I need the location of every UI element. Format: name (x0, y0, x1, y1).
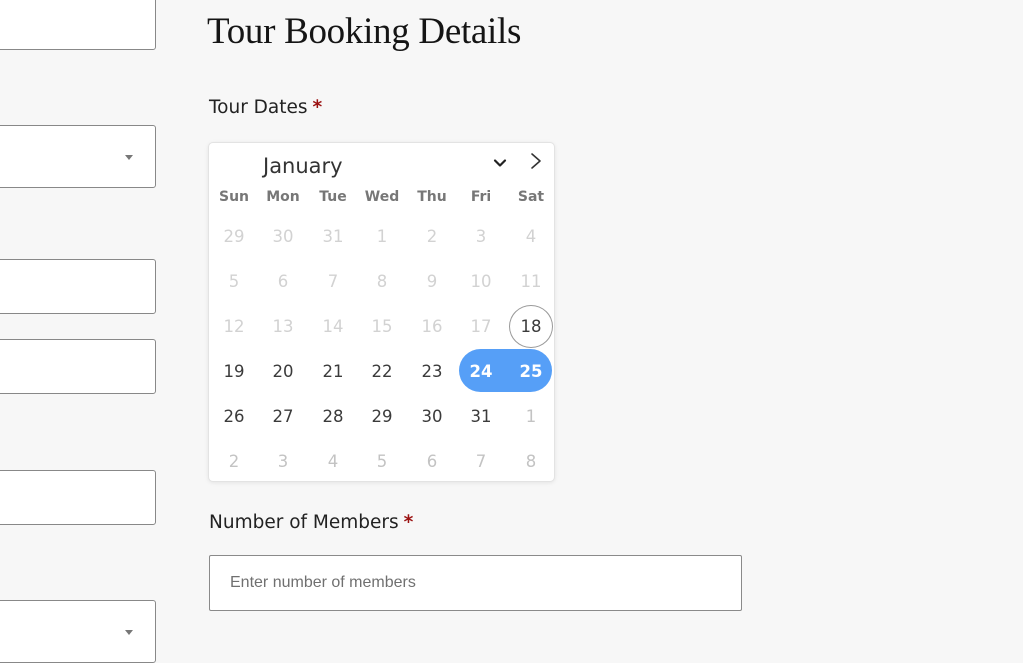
calendar-day: 12 (223, 317, 245, 336)
left-select-field-2[interactable] (0, 600, 156, 663)
calendar-day[interactable]: 27 (261, 395, 305, 438)
calendar-day: 3 (475, 227, 487, 246)
caret-down-icon (125, 630, 133, 635)
members-label: Number of Members * (209, 511, 413, 535)
weekday-header-fri: Fri (470, 189, 492, 205)
calendar-day: 4 (525, 227, 537, 246)
weekday-header-sun: Sun (218, 189, 250, 205)
calendar-day: 8 (525, 452, 537, 471)
calendar-day: 7 (327, 272, 339, 291)
calendar-day: 30 (272, 227, 294, 246)
calendar-day: 29 (223, 227, 245, 246)
calendar-day[interactable]: 21 (311, 350, 355, 393)
calendar-day: 15 (371, 317, 393, 336)
month-select[interactable]: January (263, 152, 343, 180)
calendar-day[interactable]: 25 (509, 350, 553, 393)
calendar-day: 31 (322, 227, 344, 246)
weekday-header-mon: Mon (266, 189, 300, 205)
calendar-day[interactable]: 26 (212, 395, 256, 438)
weekday-header-tue: Tue (319, 189, 347, 205)
calendar-day[interactable]: 30 (410, 395, 454, 438)
calendar-day: 14 (322, 317, 344, 336)
left-text-field-2[interactable] (0, 259, 156, 314)
caret-down-icon (125, 154, 133, 160)
calendar-day: 2 (228, 452, 240, 471)
left-text-field-1[interactable] (0, 0, 156, 50)
calendar-day[interactable]: 20 (261, 350, 305, 393)
calendar-day[interactable]: 31 (459, 395, 503, 438)
required-mark: * (403, 512, 414, 533)
calendar-day: 1 (525, 407, 537, 426)
calendar-day[interactable]: 29 (360, 395, 404, 438)
calendar-day[interactable]: 22 (360, 350, 404, 393)
calendar-day: 10 (470, 272, 492, 291)
weekday-header-thu: Thu (417, 189, 447, 205)
calendar-day[interactable]: 24 (459, 350, 503, 393)
calendar-day: 6 (277, 272, 289, 291)
calendar-day: 13 (272, 317, 294, 336)
page-title: Tour Booking Details (207, 11, 522, 52)
tour-dates-label-text: Tour Dates (209, 97, 308, 118)
members-input[interactable] (209, 555, 742, 611)
calendar-day[interactable]: 28 (311, 395, 355, 438)
calendar-day[interactable]: 19 (212, 350, 256, 393)
calendar-day: 5 (228, 272, 240, 291)
calendar-day: 11 (520, 272, 542, 291)
chevron-right-icon[interactable] (528, 152, 544, 170)
calendar-day: 3 (277, 452, 289, 471)
tour-dates-label: Tour Dates * (209, 96, 322, 120)
weekday-header-wed: Wed (364, 189, 400, 205)
required-mark: * (312, 97, 323, 118)
calendar-day: 9 (426, 272, 438, 291)
calendar-day[interactable]: 23 (410, 350, 454, 393)
calendar-day: 16 (421, 317, 443, 336)
date-picker-calendar: January Sun Mon Tue Wed Thu Fri Sat 29 30 31 1 2 3 4 5… (208, 142, 555, 482)
calendar-day: 1 (376, 227, 388, 246)
left-select-field-1[interactable] (0, 125, 156, 188)
chevron-down-icon[interactable] (493, 156, 507, 170)
calendar-day: 6 (426, 452, 438, 471)
calendar-day[interactable]: 18 (509, 305, 553, 348)
left-text-field-3[interactable] (0, 339, 156, 394)
calendar-day: 7 (475, 452, 487, 471)
calendar-day: 4 (327, 452, 339, 471)
left-text-field-4[interactable] (0, 470, 156, 525)
calendar-day: 5 (376, 452, 388, 471)
members-label-text: Number of Members (209, 512, 399, 533)
calendar-day: 17 (470, 317, 492, 336)
calendar-day: 8 (376, 272, 388, 291)
weekday-header-sat: Sat (517, 189, 545, 205)
calendar-day: 2 (426, 227, 438, 246)
